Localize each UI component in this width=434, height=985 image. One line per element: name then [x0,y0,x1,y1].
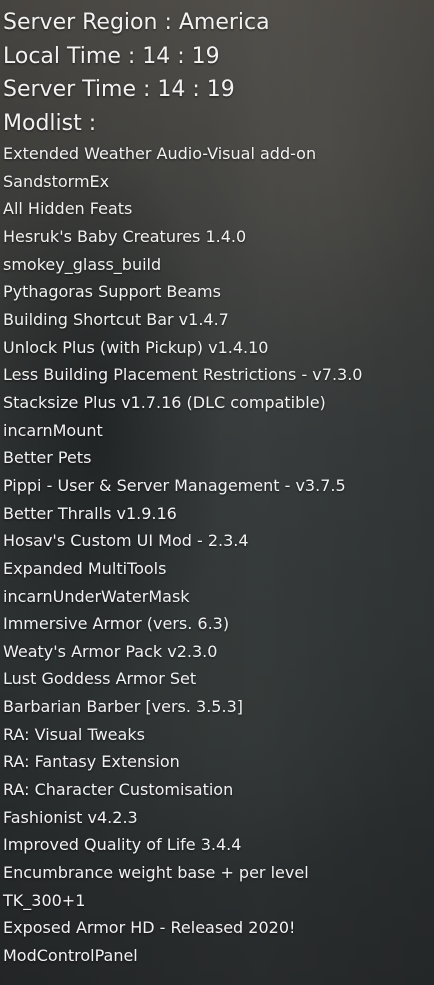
mod-list-item: Unlock Plus (with Pickup) v1.4.10 [3,337,269,357]
mod-list-item: Barbarian Barber [vers. 3.5.3] [3,697,243,717]
mod-list-item: SandstormEx [3,171,110,191]
mod-list-item: Pippi - User & Server Management - v3.7.… [3,475,346,495]
mod-list-item: Expanded MultiTools [3,558,167,578]
mod-list-item: Better Pets [3,448,92,468]
server-info-panel: Server Region : America Local Time : 14 … [3,6,431,970]
mod-list-item: ModControlPanel [3,946,138,966]
local-time-value: 14 : 19 [142,43,220,69]
server-time-label: Server Time [3,77,136,102]
mod-list-item: Lust Goddess Armor Set [3,669,197,689]
local-time-line: Local Time : 14 : 19 [3,43,220,69]
mod-list-item: incarnMount [3,420,103,440]
mod-list: Extended Weather Audio-Visual add-on San… [3,140,431,970]
server-region-value: America [178,10,270,35]
mod-list-item: smokey_glass_build [3,254,162,274]
mod-list-item: Building Shortcut Bar v1.4.7 [3,309,229,329]
mod-list-item: Exposed Armor HD - Released 2020! [3,918,296,938]
mod-list-item: Better Thralls v1.9.16 [3,503,177,523]
mod-list-item: Hesruk's Baby Creatures 1.4.0 [3,226,247,246]
mod-list-item: Extended Weather Audio-Visual add-on [3,144,317,163]
mod-list-item: RA: Character Customisation [3,780,234,800]
server-time-value: 14 : 19 [157,77,235,102]
mod-list-item: RA: Fantasy Extension [3,752,180,772]
mod-list-item: Fashionist v4.2.3 [3,807,138,827]
mod-list-item: Stacksize Plus v1.7.16 (DLC compatible) [3,392,326,412]
mod-list-item: RA: Visual Tweaks [3,724,145,744]
mod-list-item: All Hidden Feats [3,199,133,219]
mod-list-item: Improved Quality of Life 3.4.4 [3,835,242,855]
mod-list-item: Encumbrance weight base + per level [3,863,309,883]
mod-list-item: TK_300+1 [3,890,86,910]
mod-list-item: Immersive Armor (vers. 6.3) [3,614,230,634]
mod-list-item: Less Building Placement Restrictions - v… [3,365,363,385]
local-time-label: Local Time [3,43,121,69]
modlist-heading: Modlist : [3,110,97,136]
server-time-line: Server Time : 14 : 19 [3,77,235,102]
server-region-line: Server Region : America [3,10,270,35]
mod-list-item: incarnUnderWaterMask [3,586,190,606]
mod-list-item: Hosav's Custom UI Mod - 2.3.4 [3,531,249,551]
mod-list-item: Weaty's Armor Pack v2.3.0 [3,641,218,661]
server-region-label: Server Region [3,10,158,35]
mod-list-item: Pythagoras Support Beams [3,282,221,302]
